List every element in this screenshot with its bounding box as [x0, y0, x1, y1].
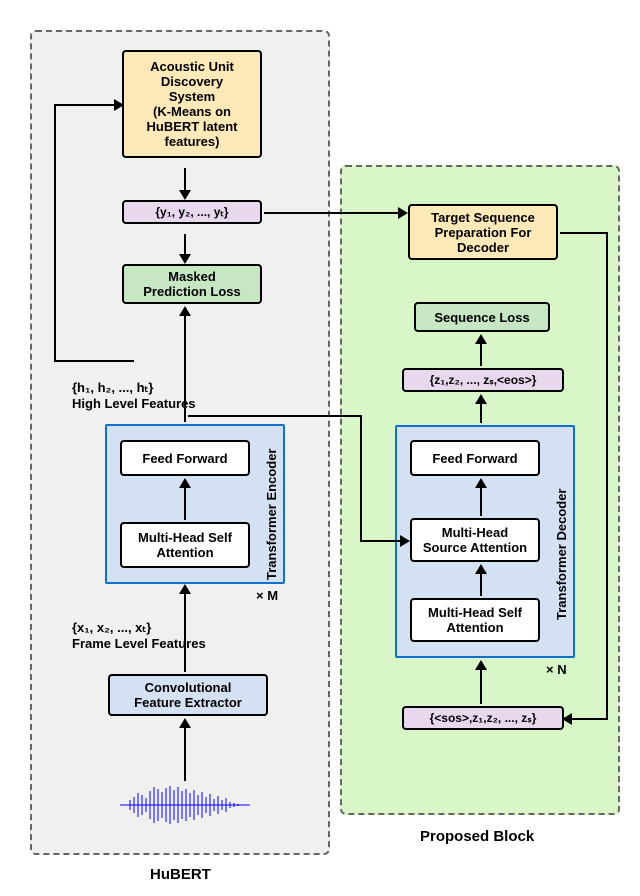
times-n-label: × N: [546, 662, 567, 678]
times-m-label: × M: [256, 588, 278, 604]
decoder-mh-source-box: Multi-Head Source Attention: [410, 518, 540, 562]
z-in-box: {<sos>,z₁,z₂, ..., zₛ}: [402, 706, 564, 730]
acoustic-unit-discovery-box: Acoustic Unit Discovery System (K-Means …: [122, 50, 262, 158]
z-out-box: {z₁,z₂, ..., zₛ,<eos>}: [402, 368, 564, 392]
transformer-decoder-label: Transformer Decoder: [554, 470, 569, 620]
decoder-mhsa-box: Multi-Head Self Attention: [410, 598, 540, 642]
conv-feature-extractor-box: Convolutional Feature Extractor: [108, 674, 268, 716]
decoder-feed-forward-box: Feed Forward: [410, 440, 540, 476]
high-level-features-label: {h₁, h₂, ..., hₜ} High Level Features: [72, 380, 196, 411]
masked-prediction-loss-box: Masked Prediction Loss: [122, 264, 262, 304]
y-sequence-box: {y₁, y₂, ..., yₜ}: [122, 200, 262, 224]
encoder-mhsa-box: Multi-Head Self Attention: [120, 522, 250, 568]
sequence-loss-box: Sequence Loss: [414, 302, 550, 332]
encoder-feed-forward-box: Feed Forward: [120, 440, 250, 476]
proposed-title: Proposed Block: [420, 828, 534, 845]
target-seq-prep-box: Target Sequence Preparation For Decoder: [408, 204, 558, 260]
hubert-title: HuBERT: [150, 866, 211, 883]
waveform-icon: [120, 785, 250, 825]
transformer-encoder-label: Transformer Encoder: [264, 430, 279, 580]
